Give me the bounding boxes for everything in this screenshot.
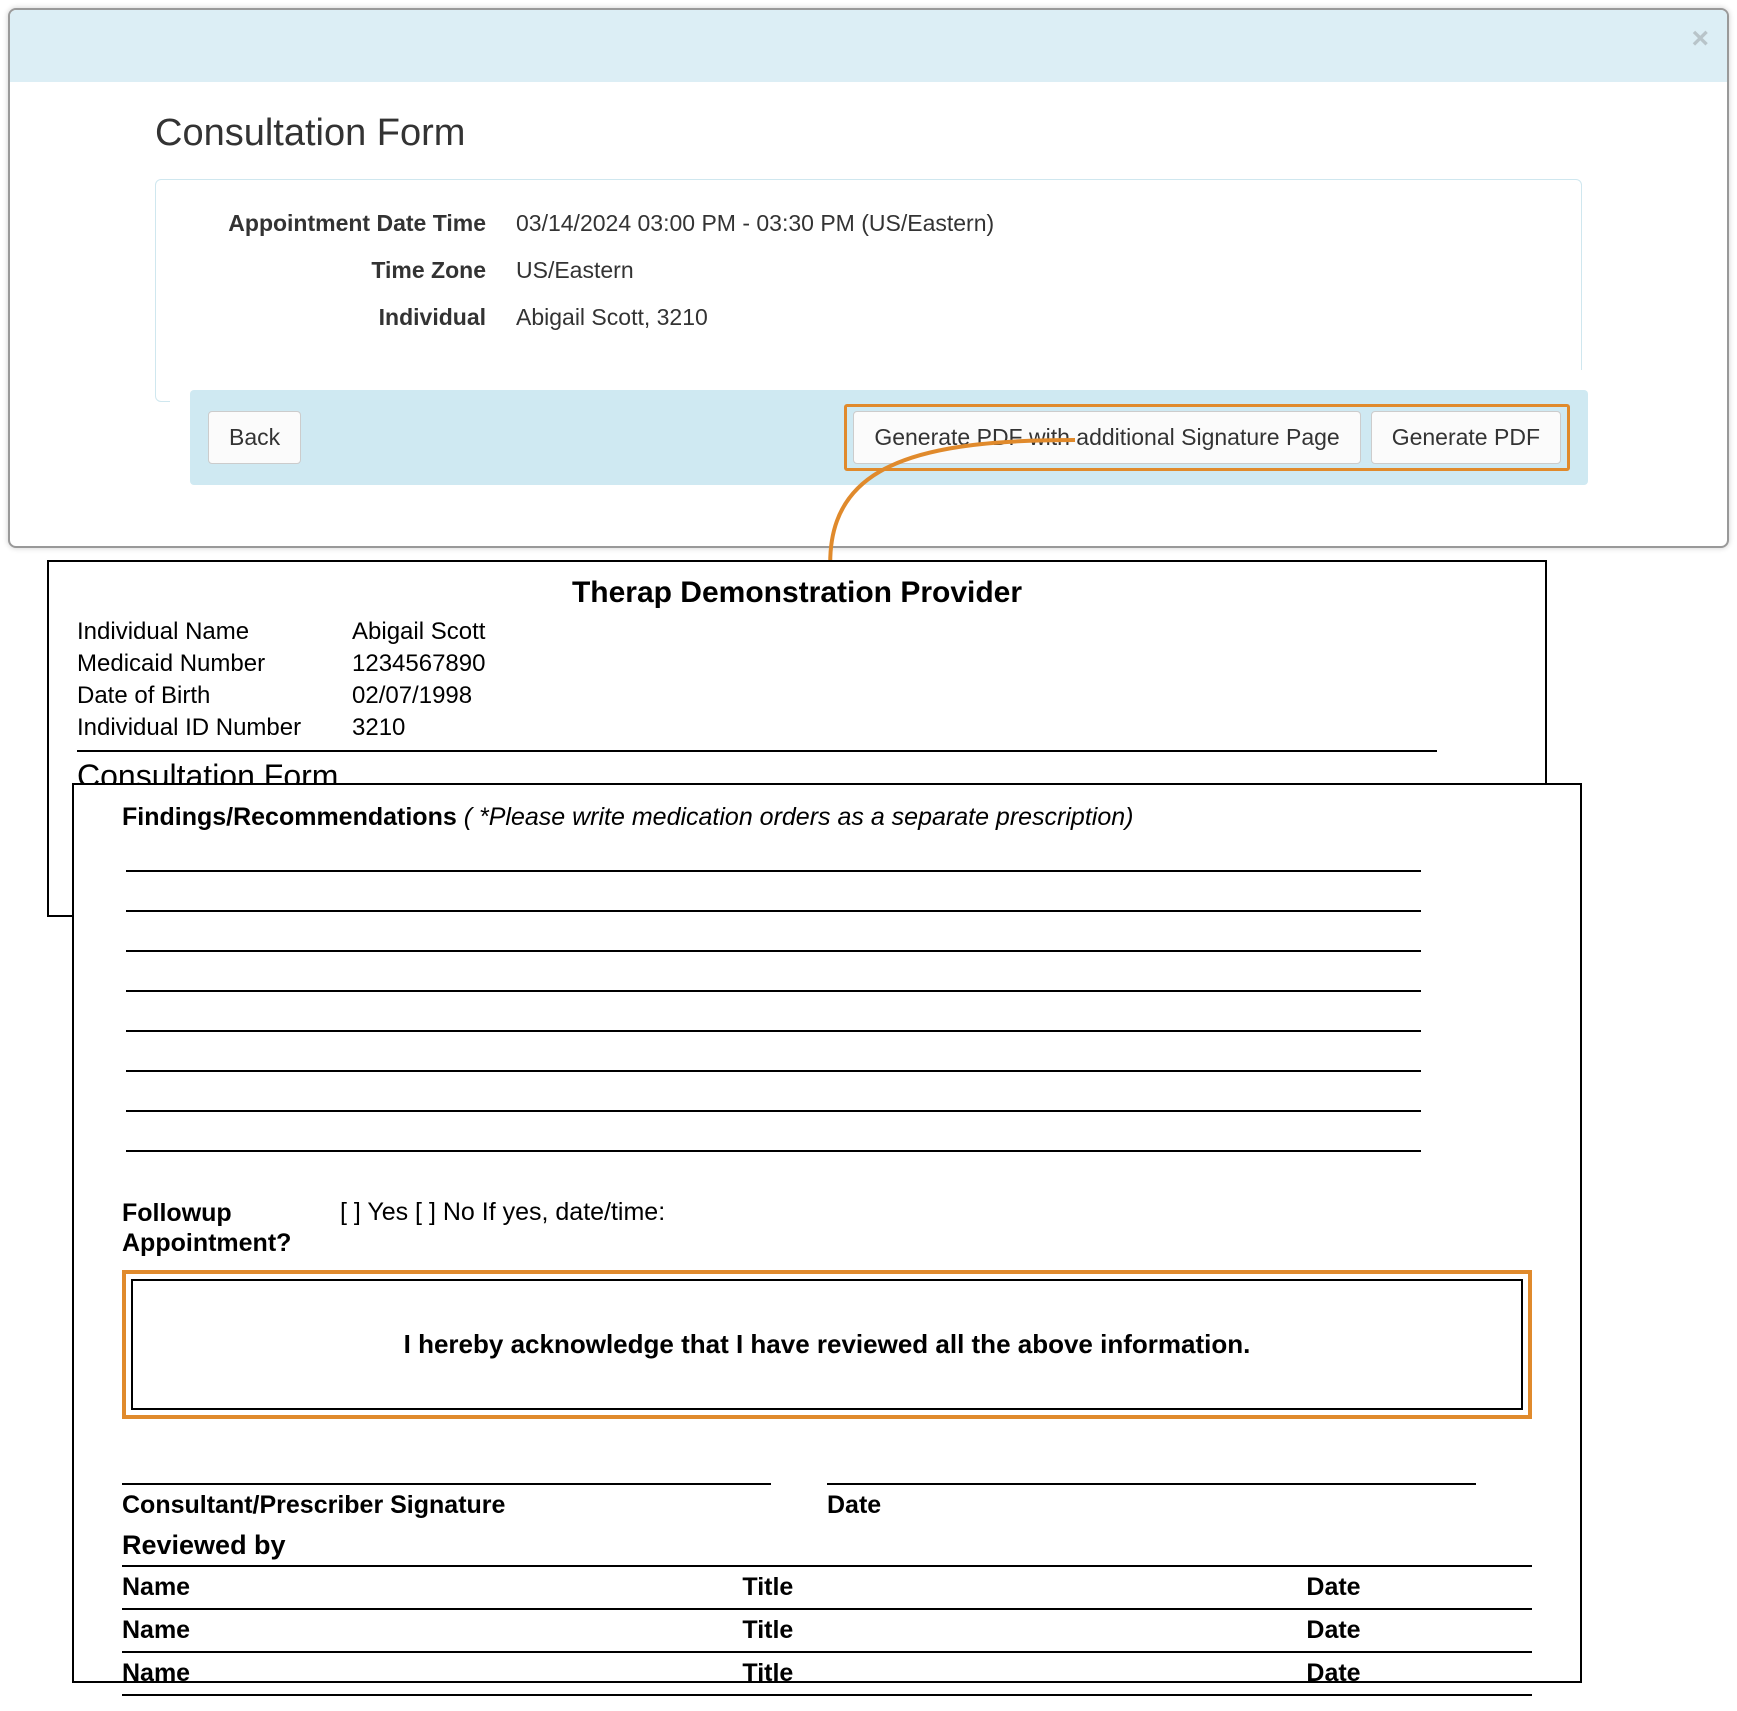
page-title: Consultation Form bbox=[155, 112, 1582, 155]
signature-col: Consultant/Prescriber Signature bbox=[122, 1483, 827, 1520]
pdf-meta-block: Individual Name Abigail Scott Medicaid N… bbox=[77, 616, 1517, 744]
meta-dob-label: Date of Birth bbox=[77, 682, 352, 710]
acknowledgment-text: I hereby acknowledge that I have reviewe… bbox=[131, 1279, 1523, 1410]
date-label: Date bbox=[827, 1491, 1532, 1520]
blank-line bbox=[126, 1150, 1421, 1152]
meta-divider bbox=[77, 750, 1437, 752]
pdf-preview-body: Findings/Recommendations ( *Please write… bbox=[72, 783, 1582, 1683]
date-line bbox=[827, 1483, 1476, 1485]
blank-line bbox=[126, 990, 1421, 992]
generate-pdf-signature-button[interactable]: Generate PDF with additional Signature P… bbox=[853, 411, 1360, 464]
rev-date-col: Date bbox=[1306, 1566, 1532, 1609]
timezone-value: US/Eastern bbox=[516, 257, 1541, 284]
appointment-row: Appointment Date Time 03/14/2024 03:00 P… bbox=[156, 200, 1581, 247]
rev-name-col: Name bbox=[122, 1652, 742, 1695]
blank-line bbox=[126, 1110, 1421, 1112]
signature-line bbox=[122, 1483, 771, 1485]
meta-idnum-value: 3210 bbox=[352, 714, 405, 742]
table-row: Name Title Date bbox=[122, 1652, 1532, 1695]
meta-medicaid-label: Medicaid Number bbox=[77, 650, 352, 678]
generate-pdf-button[interactable]: Generate PDF bbox=[1371, 411, 1561, 464]
followup-options: [ ] Yes [ ] No If yes, date/time: bbox=[340, 1198, 665, 1227]
appointment-label: Appointment Date Time bbox=[196, 210, 516, 237]
acknowledgment-highlight: I hereby acknowledge that I have reviewe… bbox=[122, 1270, 1532, 1419]
rev-date-col: Date bbox=[1306, 1652, 1532, 1695]
meta-name-row: Individual Name Abigail Scott bbox=[77, 616, 1517, 648]
rev-title-col: Title bbox=[742, 1609, 1306, 1652]
meta-idnum-row: Individual ID Number 3210 bbox=[77, 712, 1517, 744]
meta-name-label: Individual Name bbox=[77, 618, 352, 646]
meta-medicaid-value: 1234567890 bbox=[352, 650, 485, 678]
meta-dob-value: 02/07/1998 bbox=[352, 682, 472, 710]
modal-header: × bbox=[10, 10, 1727, 82]
info-panel: Appointment Date Time 03/14/2024 03:00 P… bbox=[155, 179, 1582, 402]
meta-idnum-label: Individual ID Number bbox=[77, 714, 352, 742]
action-bar-container: Back Generate PDF with additional Signat… bbox=[170, 370, 1608, 511]
table-row: Name Title Date bbox=[122, 1566, 1532, 1609]
date-col: Date bbox=[827, 1483, 1532, 1520]
individual-value: Abigail Scott, 3210 bbox=[516, 304, 1541, 331]
findings-label: Findings/Recommendations bbox=[122, 803, 457, 831]
rev-name-col: Name bbox=[122, 1566, 742, 1609]
rev-title-col: Title bbox=[742, 1652, 1306, 1695]
rev-date-col: Date bbox=[1306, 1609, 1532, 1652]
blank-line bbox=[126, 1030, 1421, 1032]
reviewed-title: Reviewed by bbox=[122, 1530, 1532, 1561]
individual-label: Individual bbox=[196, 304, 516, 331]
rev-name-col: Name bbox=[122, 1609, 742, 1652]
findings-heading: Findings/Recommendations ( *Please write… bbox=[122, 803, 1532, 832]
meta-dob-row: Date of Birth 02/07/1998 bbox=[77, 680, 1517, 712]
blank-line bbox=[126, 910, 1421, 912]
blank-line bbox=[126, 870, 1421, 872]
timezone-label: Time Zone bbox=[196, 257, 516, 284]
action-bar: Back Generate PDF with additional Signat… bbox=[190, 390, 1588, 485]
findings-note-text: ( *Please write medication orders as a s… bbox=[464, 803, 1134, 831]
modal-body: Consultation Form Appointment Date Time … bbox=[10, 82, 1727, 402]
blank-line bbox=[126, 950, 1421, 952]
table-row: Name Title Date bbox=[122, 1609, 1532, 1652]
close-icon[interactable]: × bbox=[1691, 24, 1709, 54]
followup-row: Followup Appointment? [ ] Yes [ ] No If … bbox=[122, 1198, 1532, 1258]
meta-medicaid-row: Medicaid Number 1234567890 bbox=[77, 648, 1517, 680]
individual-row: Individual Abigail Scott, 3210 bbox=[156, 294, 1581, 341]
signature-row: Consultant/Prescriber Signature Date bbox=[122, 1483, 1532, 1520]
appointment-value: 03/14/2024 03:00 PM - 03:30 PM (US/Easte… bbox=[516, 210, 1541, 237]
followup-label: Followup Appointment? bbox=[122, 1198, 340, 1258]
reviewed-by-table: Name Title Date Name Title Date Name Tit… bbox=[122, 1565, 1532, 1696]
generate-button-group: Generate PDF with additional Signature P… bbox=[844, 404, 1570, 471]
provider-name: Therap Demonstration Provider bbox=[77, 576, 1517, 610]
rev-title-col: Title bbox=[742, 1566, 1306, 1609]
blank-line bbox=[126, 1070, 1421, 1072]
meta-name-value: Abigail Scott bbox=[352, 618, 485, 646]
signature-label: Consultant/Prescriber Signature bbox=[122, 1491, 827, 1520]
back-button[interactable]: Back bbox=[208, 411, 301, 464]
timezone-row: Time Zone US/Eastern bbox=[156, 247, 1581, 294]
